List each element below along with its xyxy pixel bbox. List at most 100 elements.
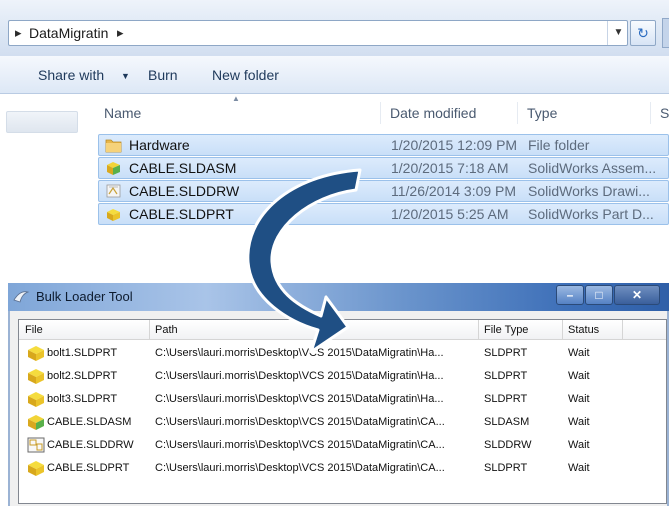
new-folder-button[interactable]: New folder [212,67,279,83]
burn-button[interactable]: Burn [148,67,178,83]
refresh-icon: ↻ [637,25,649,41]
app-icon [13,291,30,303]
grid-header: File Path File Type Status [19,320,666,340]
grid-cell-file: CABLE.SLDASM [47,416,132,428]
file-row-cable-sldasm[interactable]: CABLE.SLDASM 1/20/2015 7:18 AM SolidWork… [98,157,669,179]
command-bar: Share with ▼ Burn New folder [0,56,669,94]
search-box-edge[interactable] [662,18,669,48]
drawing-icon [106,184,121,198]
refresh-button[interactable]: ↻ [630,20,656,46]
breadcrumb-chevron-icon[interactable]: ▸ [15,25,22,41]
grid-cell-status: Wait [568,462,590,474]
window-title: Bulk Loader Tool [36,289,133,304]
share-with-dropdown-icon[interactable]: ▼ [121,71,130,81]
column-divider[interactable] [517,102,518,124]
part-icon [28,369,44,384]
share-with-button[interactable]: Share with [38,67,104,83]
file-date: 1/20/2015 12:09 PM [391,137,518,153]
part-icon [107,209,120,221]
grid-row[interactable]: bolt1.SLDPRT C:\Users\lauri.morris\Deskt… [19,342,666,364]
nav-selected-item[interactable] [6,111,78,133]
grid-cell-file-type: SLDPRT [484,370,528,382]
file-date: 1/20/2015 5:25 AM [391,206,509,222]
grid-column-path[interactable]: Path [155,324,178,336]
part-icon [28,461,44,476]
grid-cell-status: Wait [568,370,590,382]
navigation-pane [0,94,88,262]
column-divider[interactable] [650,102,651,124]
address-field[interactable]: ▸ DataMigratin ▸ ▼ [8,20,628,46]
grid-cell-file-type: SLDPRT [484,393,528,405]
maximize-icon: □ [595,288,603,302]
grid-column-divider[interactable] [149,320,150,340]
file-type: File folder [528,137,590,153]
grid-cell-path: C:\Users\lauri.morris\Desktop\VCS 2015\D… [155,439,445,451]
maximize-button[interactable]: □ [585,285,613,305]
grid-row[interactable]: CABLE.SLDDRW C:\Users\lauri.morris\Deskt… [19,434,666,456]
breadcrumb-datamigratin[interactable]: DataMigratin [29,25,108,41]
grid-column-status[interactable]: Status [568,324,599,336]
grid-cell-file: bolt1.SLDPRT [47,347,118,359]
file-grid: File Path File Type Status bolt1.SLDPRT … [18,319,667,504]
grid-cell-path: C:\Users\lauri.morris\Desktop\VCS 2015\D… [155,370,444,382]
assembly-icon [28,415,44,430]
file-date: 1/20/2015 7:18 AM [391,160,509,176]
column-header-size[interactable]: S [660,105,669,121]
breadcrumb-next-chevron-icon[interactable]: ▸ [117,25,124,41]
address-dropdown-icon[interactable]: ▼ [607,21,629,45]
grid-cell-file: CABLE.SLDPRT [47,462,130,474]
grid-row[interactable]: CABLE.SLDASM C:\Users\lauri.morris\Deskt… [19,411,666,433]
grid-cell-path: C:\Users\lauri.morris\Desktop\VCS 2015\D… [155,416,445,428]
window-titlebar[interactable]: Bulk Loader Tool – □ ✕ [8,283,669,311]
grid-column-file-type[interactable]: File Type [484,324,528,336]
file-row-cable-sldprt[interactable]: CABLE.SLDPRT 1/20/2015 5:25 AM SolidWork… [98,203,669,225]
sort-ascending-icon: ▲ [232,94,240,103]
close-icon: ✕ [631,288,643,302]
address-bar-area: ▸ DataMigratin ▸ ▼ ↻ [0,0,669,56]
grid-column-divider[interactable] [478,320,479,340]
grid-row[interactable]: bolt2.SLDPRT C:\Users\lauri.morris\Deskt… [19,365,666,387]
assembly-icon [107,162,120,175]
grid-cell-file-type: SLDPRT [484,347,528,359]
grid-column-divider[interactable] [562,320,563,340]
grid-cell-status: Wait [568,347,590,359]
grid-cell-status: Wait [568,416,590,428]
file-name: CABLE.SLDASM [129,160,237,176]
part-icon [28,346,44,361]
grid-cell-file-type: SLDASM [484,416,530,428]
explorer-window: ▸ DataMigratin ▸ ▼ ↻ Share with ▼ Burn N… [0,0,669,262]
window-body: File Path File Type Status bolt1.SLDPRT … [8,311,669,506]
grid-row[interactable]: bolt3.SLDPRT C:\Users\lauri.morris\Deskt… [19,388,666,410]
column-header-type[interactable]: Type [527,105,557,121]
file-type: SolidWorks Assem... [528,160,657,176]
file-type: SolidWorks Part D... [528,206,654,222]
grid-cell-file: bolt3.SLDPRT [47,393,118,405]
grid-cell-file: bolt2.SLDPRT [47,370,118,382]
part-icon [28,392,44,407]
minimize-icon: – [566,288,574,302]
folder-icon [105,139,122,153]
file-name: Hardware [129,137,190,153]
column-divider[interactable] [380,102,381,124]
bulk-loader-window: Bulk Loader Tool – □ ✕ File Path File Ty… [8,283,669,506]
column-header-date-modified[interactable]: Date modified [390,105,476,121]
file-row-cable-slddrw[interactable]: CABLE.SLDDRW 11/26/2014 3:09 PM SolidWor… [98,180,669,202]
file-type: SolidWorks Drawi... [528,183,650,199]
grid-cell-path: C:\Users\lauri.morris\Desktop\VCS 2015\D… [155,393,444,405]
grid-row[interactable]: CABLE.SLDPRT C:\Users\lauri.morris\Deskt… [19,457,666,479]
grid-cell-file-type: SLDPRT [484,462,528,474]
drawing-icon [27,437,45,453]
column-header-name[interactable]: Name [104,105,141,121]
file-list: ▲ Name Date modified Type S Hardware 1/2… [88,94,669,262]
file-date: 11/26/2014 3:09 PM [391,183,517,199]
close-button[interactable]: ✕ [614,285,660,305]
grid-cell-path: C:\Users\lauri.morris\Desktop\VCS 2015\D… [155,462,445,474]
grid-column-divider[interactable] [622,320,623,340]
grid-cell-file-type: SLDDRW [484,439,532,451]
file-name: CABLE.SLDDRW [129,183,240,199]
minimize-button[interactable]: – [556,285,584,305]
grid-column-file[interactable]: File [25,324,43,336]
grid-cell-status: Wait [568,393,590,405]
file-row-hardware[interactable]: Hardware 1/20/2015 12:09 PM File folder [98,134,669,156]
grid-cell-path: C:\Users\lauri.morris\Desktop\VCS 2015\D… [155,347,444,359]
